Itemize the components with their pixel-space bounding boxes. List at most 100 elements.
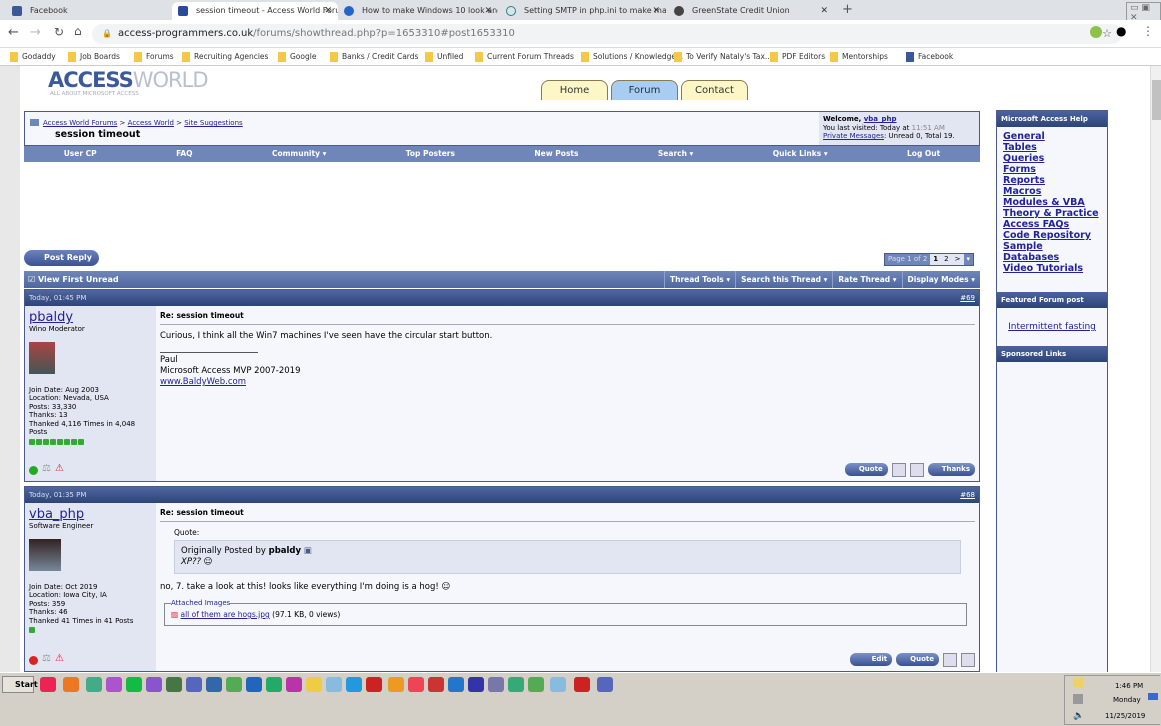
post-number-link[interactable]: #68	[960, 487, 975, 503]
nav-forum[interactable]: Forum	[611, 80, 678, 100]
site-logo[interactable]: ACCESSWORLD	[48, 68, 208, 92]
signature-link[interactable]: www.BaldyWeb.com	[160, 377, 246, 387]
taskbar-app-icon[interactable]	[597, 677, 613, 692]
avatar[interactable]	[29, 341, 55, 374]
show-desktop-icon[interactable]	[1148, 693, 1158, 700]
multi-quote-icon[interactable]	[891, 463, 906, 477]
extension-icon[interactable]	[1090, 26, 1102, 38]
search-thread-menu[interactable]: Search this Thread ▾	[735, 271, 832, 288]
navbar-new-posts[interactable]: New Posts	[534, 146, 578, 162]
bookmark[interactable]: Google	[278, 51, 316, 63]
navbar-user-cp[interactable]: User CP	[64, 146, 97, 162]
quote-button[interactable]: Quote	[844, 463, 888, 476]
thanks-button[interactable]: Thanks	[927, 463, 975, 476]
network-icon[interactable]	[1073, 694, 1083, 704]
taskbar-app-icon[interactable]	[206, 677, 222, 692]
report-post-icon[interactable]: ⚠	[55, 464, 64, 475]
navbar-search[interactable]: Search ▾	[658, 146, 693, 162]
start-button[interactable]: Start	[2, 676, 38, 693]
taskbar-app-icon[interactable]	[574, 677, 590, 692]
help-link[interactable]: Video Tutorials	[1003, 263, 1083, 274]
home-icon[interactable]: ⌂	[74, 24, 82, 38]
next-page[interactable]: >	[951, 254, 964, 265]
taskbar-app-icon[interactable]	[146, 677, 162, 692]
taskbar-app-icon[interactable]	[346, 677, 362, 692]
user-link[interactable]: vba_php	[864, 115, 897, 123]
help-link[interactable]: Tables	[1003, 142, 1037, 153]
tab-smtp[interactable]: Setting SMTP in php.ini to make mail ✕	[500, 2, 666, 20]
forward-icon[interactable]: →	[30, 25, 41, 40]
rate-thread-menu[interactable]: Rate Thread ▾	[832, 271, 901, 288]
close-icon[interactable]: ✕	[820, 2, 828, 20]
attachment-link[interactable]: all of them are hogs.jpg	[180, 610, 269, 619]
scrollbar-thumb[interactable]	[1152, 80, 1161, 120]
taskbar-app-icon[interactable]	[488, 677, 504, 692]
mail-icon[interactable]	[1073, 678, 1083, 687]
help-link[interactable]: Sample Databases	[1003, 241, 1059, 263]
help-link[interactable]: Macros	[1003, 186, 1041, 197]
quick-reply-icon[interactable]	[961, 653, 975, 667]
post-number-link[interactable]: #69	[960, 290, 975, 306]
taskbar-app-icon[interactable]	[106, 677, 122, 692]
close-icon[interactable]: ✕	[652, 2, 660, 20]
tab-session-timeout[interactable]: session timeout - Access World Foru ✕	[172, 2, 338, 20]
taskbar-app-icon[interactable]	[448, 677, 464, 692]
help-link[interactable]: Forms	[1003, 164, 1036, 175]
featured-post-link[interactable]: Intermittent fasting	[1008, 322, 1096, 332]
navbar-community[interactable]: Community ▾	[272, 146, 326, 162]
reload-icon[interactable]: ↻	[54, 25, 64, 39]
back-icon[interactable]: ←	[8, 25, 19, 40]
taskbar-app-icon[interactable]	[408, 677, 424, 692]
nav-home[interactable]: Home	[541, 80, 608, 100]
volume-icon[interactable]: 🔈	[1073, 710, 1084, 722]
taskbar-app-icon[interactable]	[428, 677, 444, 692]
help-link[interactable]: Reports	[1003, 175, 1045, 186]
taskbar-app-icon[interactable]	[246, 677, 262, 692]
navbar-log-out[interactable]: Log Out	[907, 146, 940, 162]
breadcrumb-link[interactable]: Site Suggestions	[184, 119, 242, 127]
taskbar-app-icon[interactable]	[40, 677, 56, 692]
nav-contact[interactable]: Contact	[681, 80, 748, 100]
bookmark[interactable]: Job Boards	[68, 51, 120, 63]
close-icon[interactable]: ✕	[324, 2, 332, 20]
bookmark[interactable]: To Verify Nataly's Tax...	[674, 51, 772, 63]
username-link[interactable]: pbaldy	[29, 310, 73, 325]
reputation-scale-icon[interactable]: ⚖	[42, 464, 51, 475]
help-link[interactable]: Access FAQs	[1003, 219, 1069, 230]
page-menu[interactable]: ▾	[963, 254, 974, 265]
taskbar-app-icon[interactable]	[266, 677, 282, 692]
taskbar-app-icon[interactable]	[550, 677, 566, 692]
taskbar-app-icon[interactable]	[63, 677, 79, 692]
tab-greenstate[interactable]: GreenState Credit Union ✕	[668, 2, 834, 20]
taskbar-app-icon[interactable]	[306, 677, 322, 692]
avatar[interactable]	[29, 538, 61, 571]
help-link[interactable]: Queries	[1003, 153, 1044, 164]
thread-tools-menu[interactable]: Thread Tools ▾	[663, 271, 735, 288]
tab-windows10[interactable]: How to make Windows 10 look and f ✕	[338, 2, 498, 20]
bookmark[interactable]: Recruiting Agencies	[182, 51, 268, 63]
taskbar-app-icon[interactable]	[468, 677, 484, 692]
breadcrumb-link[interactable]: Access World	[128, 119, 174, 127]
page-1[interactable]: 1	[930, 254, 942, 265]
bookmark[interactable]: Current Forum Threads	[475, 51, 574, 63]
reputation-scale-icon[interactable]: ⚖	[42, 654, 51, 665]
username-link[interactable]: vba_php	[29, 507, 84, 522]
taskbar-app-icon[interactable]	[286, 677, 302, 692]
star-icon[interactable]: ☆	[1102, 24, 1112, 44]
bookmark[interactable]: Unfiled	[425, 51, 463, 63]
taskbar-app-icon[interactable]	[86, 677, 102, 692]
taskbar-app-icon[interactable]	[326, 677, 342, 692]
taskbar-app-icon[interactable]	[528, 677, 544, 692]
bookmark[interactable]: Godaddy	[10, 51, 56, 63]
menu-icon[interactable]: ⋮	[1142, 24, 1154, 38]
profile-icon[interactable]: ●	[1116, 24, 1126, 38]
bookmark[interactable]: Banks / Credit Cards	[330, 51, 418, 63]
view-post-icon[interactable]: ▣	[304, 546, 312, 556]
quote-button[interactable]: Quote	[896, 653, 939, 666]
bookmark[interactable]: Forums	[134, 51, 174, 63]
report-post-icon[interactable]: ⚠	[55, 654, 64, 665]
post-reply-button[interactable]: Post Reply	[24, 250, 99, 266]
page-2[interactable]: 2	[941, 254, 952, 265]
taskbar-app-icon[interactable]	[508, 677, 524, 692]
vertical-scrollbar[interactable]	[1150, 66, 1161, 672]
